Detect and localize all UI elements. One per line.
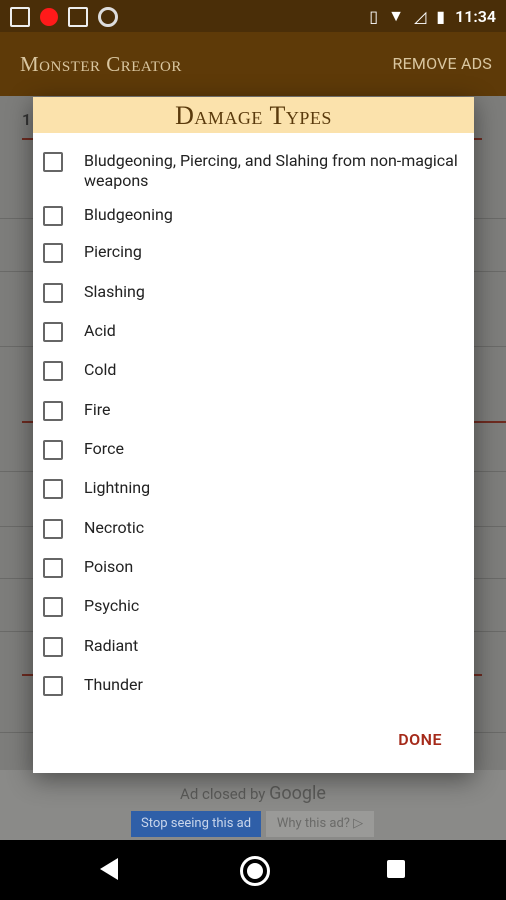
checkbox[interactable] [43, 322, 63, 342]
checkbox[interactable] [43, 283, 63, 303]
battery-icon: ▮ [436, 6, 446, 26]
google-logo: Google [269, 783, 326, 804]
option-slashing[interactable]: Slashing [43, 282, 463, 303]
option-label: Lightning [84, 478, 151, 497]
checkbox[interactable] [43, 676, 63, 696]
option-bludgeoning-piercing-slashing-nonmagical[interactable]: Bludgeoning, Piercing, and Slahing from … [43, 151, 463, 191]
option-bludgeoning[interactable]: Bludgeoning [43, 205, 463, 226]
signal-icon: ◿ [413, 6, 427, 26]
checkbox[interactable] [43, 206, 63, 226]
option-label: Necrotic [84, 518, 145, 537]
dialog-title: Damage Types [175, 101, 332, 130]
ad-closed-prefix: Ad closed by [180, 785, 266, 803]
option-thunder[interactable]: Thunder [43, 675, 463, 696]
option-label: Acid [84, 321, 116, 340]
ad-closed-text: Ad closed by Google [0, 783, 506, 804]
option-force[interactable]: Force [43, 439, 463, 460]
why-this-ad-button[interactable]: Why this ad? ▷ [266, 811, 374, 837]
download-icon [68, 7, 88, 27]
option-piercing[interactable]: Piercing [43, 242, 463, 263]
option-psychic[interactable]: Psychic [43, 596, 463, 617]
option-acid[interactable]: Acid [43, 321, 463, 342]
home-icon[interactable] [240, 856, 270, 886]
background-text: 1 [22, 110, 32, 129]
app-bar: Monster Creator REMOVE ADS [0, 32, 506, 96]
record-icon [40, 8, 58, 26]
option-label: Bludgeoning, Piercing, and Slahing from … [84, 151, 458, 190]
option-label: Bludgeoning [84, 205, 173, 224]
done-button[interactable]: DONE [398, 730, 442, 749]
status-bar: ▯ ▼ ◿ ▮ 11:34 [0, 0, 506, 32]
back-icon[interactable] [100, 858, 118, 880]
dialog-header: Damage Types [33, 97, 474, 133]
stop-seeing-ad-button[interactable]: Stop seeing this ad [131, 811, 261, 837]
remove-ads-button[interactable]: REMOVE ADS [393, 54, 492, 73]
option-label: Thunder [84, 675, 143, 694]
option-label: Slashing [84, 282, 145, 301]
checkbox[interactable] [43, 440, 63, 460]
news-app-icon [10, 7, 30, 27]
checkbox[interactable] [43, 637, 63, 657]
option-label: Cold [84, 360, 117, 379]
clock: 11:34 [455, 6, 496, 26]
option-poison[interactable]: Poison [43, 557, 463, 578]
circle-app-icon [98, 7, 118, 27]
option-fire[interactable]: Fire [43, 400, 463, 421]
option-radiant[interactable]: Radiant [43, 636, 463, 657]
checkbox[interactable] [43, 243, 63, 263]
app-title: Monster Creator [20, 52, 182, 76]
option-label: Psychic [84, 596, 140, 615]
option-label: Force [84, 439, 124, 458]
navigation-bar [0, 840, 506, 900]
checkbox[interactable] [43, 519, 63, 539]
option-label: Fire [84, 400, 111, 419]
checkbox[interactable] [43, 361, 63, 381]
checkbox[interactable] [43, 152, 63, 172]
checkbox[interactable] [43, 479, 63, 499]
checkbox[interactable] [43, 401, 63, 421]
checkbox[interactable] [43, 558, 63, 578]
option-label: Piercing [84, 242, 142, 261]
option-necrotic[interactable]: Necrotic [43, 518, 463, 539]
notification-icons [10, 7, 118, 27]
option-label: Radiant [84, 636, 139, 655]
option-label: Poison [84, 557, 134, 576]
system-icons: ▯ ▼ ◿ ▮ 11:34 [369, 6, 496, 26]
wifi-icon: ▼ [388, 6, 404, 25]
option-cold[interactable]: Cold [43, 360, 463, 381]
recent-apps-icon[interactable] [387, 860, 405, 878]
option-lightning[interactable]: Lightning [43, 478, 463, 499]
vibrate-icon: ▯ [369, 6, 379, 26]
checkbox[interactable] [43, 597, 63, 617]
damage-types-dialog: Damage Types Bludgeoning, Piercing, and … [33, 97, 474, 773]
